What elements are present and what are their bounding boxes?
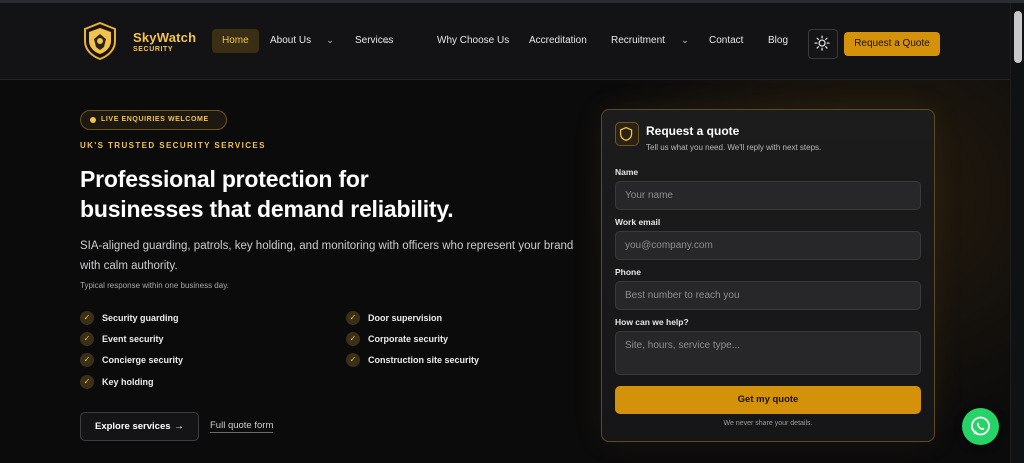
check-icon: ✓ xyxy=(80,375,94,389)
phone-input[interactable] xyxy=(615,281,921,310)
name-label: Name xyxy=(615,167,639,177)
check-icon: ✓ xyxy=(346,332,360,346)
name-input[interactable] xyxy=(615,181,921,210)
live-enquiries-badge: LIVE ENQUIRIES WELCOME xyxy=(80,110,227,130)
arrow-right-icon: → xyxy=(174,421,184,432)
badge-label: LIVE ENQUIRIES WELCOME xyxy=(101,116,209,123)
brand-tagline: SECURITY xyxy=(133,46,174,53)
feature-item: ✓ Concierge security xyxy=(80,353,183,367)
help-textarea[interactable] xyxy=(615,331,921,375)
feature-label: Concierge security xyxy=(102,355,184,365)
feature-label: Door supervision xyxy=(368,313,443,323)
chevron-down-icon[interactable]: ⌄ xyxy=(382,29,392,53)
hero-headline: Professional protection for businesses t… xyxy=(80,164,550,224)
phone-label: Phone xyxy=(615,267,641,277)
check-icon: ✓ xyxy=(80,311,94,325)
theme-toggle-button[interactable] xyxy=(808,29,838,59)
feature-item: ✓ Door supervision xyxy=(346,311,442,325)
nav-accreditation[interactable]: Accreditation xyxy=(529,29,587,53)
scrollbar-thumb[interactable] xyxy=(1014,11,1022,63)
logo-shield-icon[interactable] xyxy=(83,22,117,60)
chevron-down-icon[interactable]: ⌄ xyxy=(325,29,335,53)
response-time-note: Typical response within one business day… xyxy=(80,281,229,290)
nav-about-us[interactable]: About Us xyxy=(270,29,311,53)
nav-blog[interactable]: Blog xyxy=(768,29,788,53)
logo-wordmark[interactable]: SkyWatch SECURITY xyxy=(133,30,196,53)
feature-label: Corporate security xyxy=(368,334,449,344)
hero-description: SIA-aligned guarding, patrols, key holdi… xyxy=(80,240,574,272)
check-icon: ✓ xyxy=(80,332,94,346)
page-scrollbar[interactable] xyxy=(1010,3,1024,463)
check-icon: ✓ xyxy=(80,353,94,367)
feature-label: Event security xyxy=(102,334,164,344)
feature-item: ✓ Construction site security xyxy=(346,353,479,367)
live-dot-icon xyxy=(90,117,96,123)
headline-line-1: Professional protection for xyxy=(80,166,369,192)
explore-services-label: Explore services xyxy=(95,421,171,432)
chevron-down-icon[interactable]: ⌄ xyxy=(680,29,690,53)
nav-home[interactable]: Home xyxy=(212,29,259,53)
shield-icon xyxy=(619,126,633,142)
check-icon: ✓ xyxy=(346,311,360,325)
form-shield-badge xyxy=(615,122,639,146)
brand-name: SkyWatch xyxy=(133,30,197,45)
form-title: Request a quote xyxy=(646,124,740,138)
get-my-quote-button[interactable]: Get my quote xyxy=(615,386,921,414)
feature-label: Security guarding xyxy=(102,313,179,323)
privacy-note: We never share your details. xyxy=(723,420,813,427)
headline-line-2: businesses that demand reliability. xyxy=(80,196,454,222)
work-email-label: Work email xyxy=(615,217,661,227)
sun-icon xyxy=(814,35,830,51)
nav-recruitment[interactable]: Recruitment xyxy=(611,29,665,53)
feature-item: ✓ Key holding xyxy=(80,375,154,389)
work-email-input[interactable] xyxy=(615,231,921,260)
request-quote-button[interactable]: Request a Quote xyxy=(844,32,940,56)
form-subtitle: Tell us what you need. We'll reply with … xyxy=(646,143,822,152)
full-quote-form-link[interactable]: Full quote form xyxy=(210,420,274,433)
whatsapp-chat-button[interactable] xyxy=(962,408,999,445)
nav-contact[interactable]: Contact xyxy=(709,29,743,53)
nav-why-choose-us[interactable]: Why Choose Us xyxy=(437,29,509,53)
help-label: How can we help? xyxy=(615,317,689,327)
feature-label: Construction site security xyxy=(368,355,480,365)
feature-item: ✓ Security guarding xyxy=(80,311,179,325)
site-header: SkyWatch SECURITY Home About Us ⌄ Servic… xyxy=(0,3,1010,80)
explore-services-button[interactable]: Explore services → xyxy=(80,412,199,441)
feature-item: ✓ Event security xyxy=(80,332,164,346)
feature-label: Key holding xyxy=(102,377,154,387)
check-icon: ✓ xyxy=(346,353,360,367)
feature-item: ✓ Corporate security xyxy=(346,332,448,346)
hero-kicker: UK'S TRUSTED SECURITY SERVICES xyxy=(80,141,266,150)
whatsapp-icon xyxy=(971,416,990,436)
